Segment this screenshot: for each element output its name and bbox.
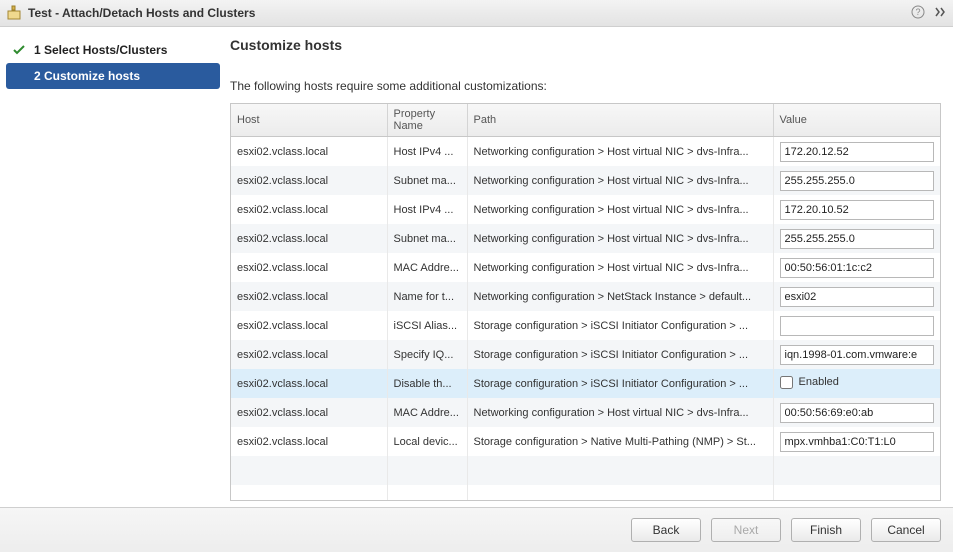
value-input[interactable] <box>780 403 935 423</box>
nav-step-label: 1 Select Hosts/Clusters <box>34 43 167 57</box>
footer: Back Next Finish Cancel <box>0 507 953 552</box>
cell-host: esxi02.vclass.local <box>231 137 387 167</box>
value-input[interactable] <box>780 316 935 336</box>
nav-step-customize-hosts[interactable]: 2 Customize hosts <box>6 63 220 89</box>
cell-value <box>773 166 940 195</box>
table-row[interactable]: esxi02.vclass.localLocal devic...Storage… <box>231 427 940 456</box>
cell-host: esxi02.vclass.local <box>231 311 387 340</box>
svg-text:?: ? <box>915 7 920 17</box>
check-icon <box>12 44 26 56</box>
cell-host: esxi02.vclass.local <box>231 427 387 456</box>
cell-host: esxi02.vclass.local <box>231 166 387 195</box>
finish-button[interactable]: Finish <box>791 518 861 542</box>
nav-step-label: 2 Customize hosts <box>34 69 140 83</box>
value-checkbox-label[interactable]: Enabled <box>780 376 839 389</box>
value-input[interactable] <box>780 171 935 191</box>
value-input[interactable] <box>780 258 935 278</box>
col-header-property[interactable]: Property Name <box>387 104 467 137</box>
content: 1 Select Hosts/Clusters 2 Customize host… <box>0 27 953 507</box>
cell-property: Subnet ma... <box>387 166 467 195</box>
nav-step-select-hosts[interactable]: 1 Select Hosts/Clusters <box>6 37 220 63</box>
cell-path: Networking configuration > Host virtual … <box>467 195 773 224</box>
hosts-table: Host Property Name Path Value esxi02.vcl… <box>231 104 940 501</box>
col-header-host[interactable]: Host <box>231 104 387 137</box>
cell-host: esxi02.vclass.local <box>231 398 387 427</box>
page-subtitle: The following hosts require some additio… <box>230 79 941 93</box>
expand-icon[interactable] <box>933 5 947 22</box>
cell-path: Storage configuration > iSCSI Initiator … <box>467 340 773 369</box>
value-input[interactable] <box>780 432 935 452</box>
cell-property: MAC Addre... <box>387 398 467 427</box>
table-row[interactable]: esxi02.vclass.localName for t...Networki… <box>231 282 940 311</box>
table-row[interactable]: esxi02.vclass.localSpecify IQ...Storage … <box>231 340 940 369</box>
table-row-empty <box>231 456 940 485</box>
cell-property: Subnet ma... <box>387 224 467 253</box>
table-row[interactable]: esxi02.vclass.localiSCSI Alias...Storage… <box>231 311 940 340</box>
cancel-button[interactable]: Cancel <box>871 518 941 542</box>
help-icon[interactable]: ? <box>911 5 925 22</box>
cell-value <box>773 340 940 369</box>
cell-path: Storage configuration > Native Multi-Pat… <box>467 427 773 456</box>
cell-host: esxi02.vclass.local <box>231 282 387 311</box>
cell-value <box>773 398 940 427</box>
cell-value <box>773 282 940 311</box>
cell-property: Disable th... <box>387 369 467 398</box>
cell-value <box>773 427 940 456</box>
cell-path: Networking configuration > Host virtual … <box>467 398 773 427</box>
value-checkbox-text: Enabled <box>799 376 839 388</box>
next-button: Next <box>711 518 781 542</box>
cell-property: Host IPv4 ... <box>387 137 467 167</box>
cell-path: Storage configuration > iSCSI Initiator … <box>467 311 773 340</box>
table-row[interactable]: esxi02.vclass.localMAC Addre...Networkin… <box>231 253 940 282</box>
table-row[interactable]: esxi02.vclass.localSubnet ma...Networkin… <box>231 166 940 195</box>
table-row[interactable]: esxi02.vclass.localHost IPv4 ...Networki… <box>231 195 940 224</box>
wizard-nav: 1 Select Hosts/Clusters 2 Customize host… <box>0 27 220 507</box>
hosts-table-wrap: Host Property Name Path Value esxi02.vcl… <box>230 103 941 501</box>
cell-path: Networking configuration > Host virtual … <box>467 253 773 282</box>
value-input[interactable] <box>780 345 935 365</box>
cell-value: Enabled <box>773 369 940 398</box>
value-input[interactable] <box>780 229 935 249</box>
value-input[interactable] <box>780 142 935 162</box>
table-row-empty <box>231 485 940 501</box>
profile-icon <box>6 5 22 21</box>
page-heading: Customize hosts <box>230 37 941 53</box>
back-button[interactable]: Back <box>631 518 701 542</box>
col-header-value[interactable]: Value <box>773 104 940 137</box>
cell-path: Networking configuration > Host virtual … <box>467 224 773 253</box>
cell-path: Networking configuration > Host virtual … <box>467 137 773 167</box>
table-row[interactable]: esxi02.vclass.localHost IPv4 ...Networki… <box>231 137 940 167</box>
col-header-path[interactable]: Path <box>467 104 773 137</box>
cell-host: esxi02.vclass.local <box>231 253 387 282</box>
cell-property: iSCSI Alias... <box>387 311 467 340</box>
table-row[interactable]: esxi02.vclass.localSubnet ma...Networkin… <box>231 224 940 253</box>
main-panel: Customize hosts The following hosts requ… <box>220 27 953 507</box>
cell-property: Host IPv4 ... <box>387 195 467 224</box>
cell-path: Storage configuration > iSCSI Initiator … <box>467 369 773 398</box>
cell-host: esxi02.vclass.local <box>231 340 387 369</box>
cell-property: MAC Addre... <box>387 253 467 282</box>
cell-property: Name for t... <box>387 282 467 311</box>
cell-property: Local devic... <box>387 427 467 456</box>
value-input[interactable] <box>780 287 935 307</box>
table-row[interactable]: esxi02.vclass.localMAC Addre...Networkin… <box>231 398 940 427</box>
cell-value <box>773 311 940 340</box>
cell-value <box>773 253 940 282</box>
cell-host: esxi02.vclass.local <box>231 224 387 253</box>
cell-path: Networking configuration > Host virtual … <box>467 166 773 195</box>
table-row[interactable]: esxi02.vclass.localDisable th...Storage … <box>231 369 940 398</box>
cell-host: esxi02.vclass.local <box>231 369 387 398</box>
cell-host: esxi02.vclass.local <box>231 195 387 224</box>
cell-property: Specify IQ... <box>387 340 467 369</box>
cell-value <box>773 137 940 167</box>
cell-value <box>773 195 940 224</box>
cell-path: Networking configuration > NetStack Inst… <box>467 282 773 311</box>
window-title: Test - Attach/Detach Hosts and Clusters <box>28 6 905 20</box>
value-checkbox[interactable] <box>780 376 793 389</box>
cell-value <box>773 224 940 253</box>
value-input[interactable] <box>780 200 935 220</box>
titlebar: Test - Attach/Detach Hosts and Clusters … <box>0 0 953 27</box>
